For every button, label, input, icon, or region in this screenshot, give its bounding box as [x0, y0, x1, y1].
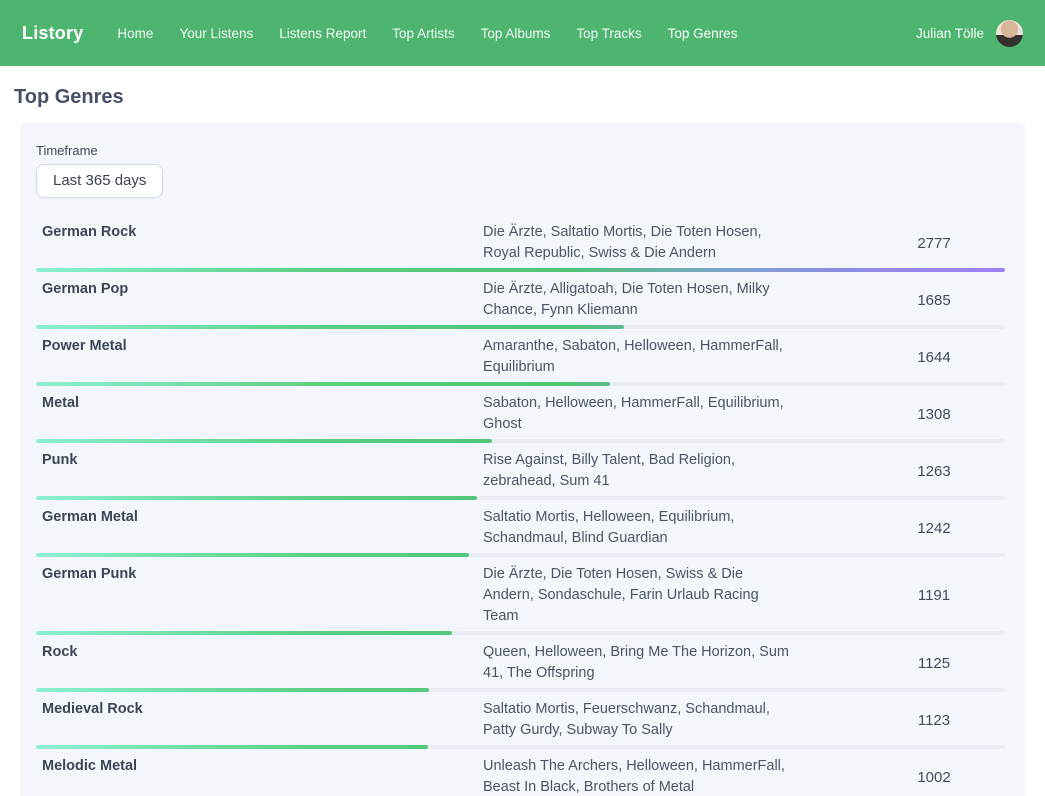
nav-item-your-listens[interactable]: Your Listens [179, 26, 253, 41]
genre-count: 2777 [917, 233, 950, 254]
genre-row: Metal Sabaton, Helloween, HammerFall, Eq… [36, 386, 1005, 443]
genres-table: German Rock Die Ärzte, Saltatio Mortis, … [36, 215, 1005, 796]
nav-item-top-albums[interactable]: Top Albums [481, 26, 551, 41]
genre-artists: Sabaton, Helloween, HammerFall, Equilibr… [483, 393, 793, 435]
genre-bar [36, 382, 610, 386]
genre-bar-track [36, 688, 1005, 692]
genre-row: German Rock Die Ärzte, Saltatio Mortis, … [36, 215, 1005, 272]
genre-row: German Metal Saltatio Mortis, Helloween,… [36, 500, 1005, 557]
genre-count: 1685 [917, 290, 950, 311]
genre-artists: Die Ärzte, Saltatio Mortis, Die Toten Ho… [483, 222, 793, 264]
genre-count: 1125 [918, 653, 950, 674]
genre-name: German Rock [36, 222, 483, 243]
genre-count: 1644 [917, 347, 950, 368]
genre-bar-track [36, 439, 1005, 443]
genre-count: 1123 [918, 710, 950, 731]
genre-bar [36, 496, 477, 500]
genre-row: Medieval Rock Saltatio Mortis, Feuerschw… [36, 692, 1005, 749]
genre-artists: Die Ärzte, Die Toten Hosen, Swiss & Die … [483, 564, 793, 627]
genre-artists: Rise Against, Billy Talent, Bad Religion… [483, 450, 793, 492]
genre-artists: Queen, Helloween, Bring Me The Horizon, … [483, 642, 793, 684]
genre-artists: Saltatio Mortis, Feuerschwanz, Schandmau… [483, 699, 793, 741]
genre-bar [36, 268, 1005, 272]
genre-bar-track [36, 553, 1005, 557]
genre-row: Melodic Metal Unleash The Archers, Hello… [36, 749, 1005, 796]
genre-bar [36, 631, 452, 635]
timeframe-label: Timeframe [36, 143, 1005, 158]
genre-count: 1263 [917, 461, 950, 482]
genre-artists: Unleash The Archers, Helloween, HammerFa… [483, 756, 793, 796]
genre-bar [36, 439, 492, 443]
genre-artists: Amaranthe, Sabaton, Helloween, HammerFal… [483, 336, 793, 378]
user-menu[interactable]: Julian Tölle [916, 20, 1023, 47]
genre-row: Power Metal Amaranthe, Sabaton, Hellowee… [36, 329, 1005, 386]
genre-name: German Punk [36, 564, 483, 585]
genre-count: 1002 [917, 767, 950, 788]
genre-name: German Metal [36, 507, 483, 528]
genre-name: German Pop [36, 279, 483, 300]
genre-row: German Punk Die Ärzte, Die Toten Hosen, … [36, 557, 1005, 635]
user-name: Julian Tölle [916, 26, 984, 41]
genre-name: Power Metal [36, 336, 483, 357]
nav-item-top-artists[interactable]: Top Artists [392, 26, 454, 41]
genre-bar [36, 745, 428, 749]
app-logo[interactable]: Listory [22, 23, 83, 44]
navbar: Listory Home Your Listens Listens Report To… [0, 0, 1045, 66]
timeframe-select[interactable]: Last 365 days [36, 164, 163, 198]
genres-card: Timeframe Last 365 days German Rock Die … [20, 122, 1025, 796]
genre-bar [36, 688, 429, 692]
nav-item-top-genres[interactable]: Top Genres [668, 26, 738, 41]
genre-bar-track [36, 496, 1005, 500]
genre-bar-track [36, 325, 1005, 329]
genre-bar [36, 553, 469, 557]
nav-item-top-tracks[interactable]: Top Tracks [576, 26, 641, 41]
genre-name: Metal [36, 393, 483, 414]
genre-count: 1191 [918, 585, 950, 606]
user-avatar[interactable] [996, 20, 1023, 47]
genre-bar-track [36, 268, 1005, 272]
page-title: Top Genres [14, 86, 1025, 109]
genre-bar-track [36, 631, 1005, 635]
genre-row: German Pop Die Ärzte, Alligatoah, Die To… [36, 272, 1005, 329]
nav-item-home[interactable]: Home [117, 26, 153, 41]
nav-item-listens-report[interactable]: Listens Report [279, 26, 366, 41]
genre-row: Punk Rise Against, Billy Talent, Bad Rel… [36, 443, 1005, 500]
genre-bar [36, 325, 624, 329]
main-nav: Home Your Listens Listens Report Top Artist… [117, 26, 916, 41]
genre-artists: Saltatio Mortis, Helloween, Equilibrium,… [483, 507, 793, 549]
genre-name: Punk [36, 450, 483, 471]
genre-bar-track [36, 745, 1005, 749]
genre-name: Rock [36, 642, 483, 663]
genre-count: 1242 [917, 518, 950, 539]
genre-artists: Die Ärzte, Alligatoah, Die Toten Hosen, … [483, 279, 793, 321]
genre-row: Rock Queen, Helloween, Bring Me The Hori… [36, 635, 1005, 692]
genre-bar-track [36, 382, 1005, 386]
genre-name: Melodic Metal [36, 756, 483, 777]
page-content: Top Genres Timeframe Last 365 days Germa… [0, 86, 1045, 796]
genre-name: Medieval Rock [36, 699, 483, 720]
genre-count: 1308 [917, 404, 950, 425]
